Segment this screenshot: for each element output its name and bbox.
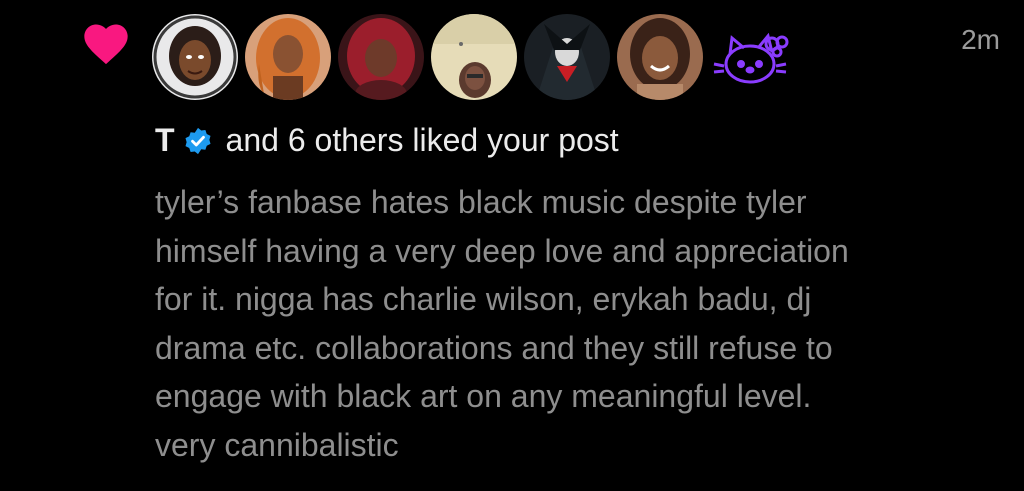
liked-summary: T and 6 others liked your post bbox=[155, 122, 619, 159]
avatar[interactable] bbox=[245, 14, 331, 100]
post-text-line: for it. nigga has charlie wilson, erykah… bbox=[155, 281, 812, 317]
liked-text: and 6 others liked your post bbox=[225, 122, 619, 158]
post-text-line: drama etc. collaborations and they still… bbox=[155, 329, 833, 366]
post-text-line: very cannibalistic bbox=[155, 426, 399, 463]
avatar[interactable] bbox=[524, 14, 610, 100]
post-text-line: engage with black art on any meaningful … bbox=[155, 378, 812, 414]
like-notification[interactable]: 2m T and 6 others liked your post tyler’… bbox=[0, 0, 1024, 491]
avatar[interactable] bbox=[338, 14, 424, 100]
avatar[interactable] bbox=[710, 14, 796, 100]
post-text[interactable]: tyler’s fanbase hates black music despit… bbox=[155, 178, 995, 469]
liker-name[interactable]: T bbox=[155, 122, 175, 159]
liker-avatars bbox=[152, 14, 796, 100]
avatar[interactable] bbox=[431, 14, 517, 100]
avatar[interactable] bbox=[152, 14, 238, 100]
verified-icon bbox=[185, 127, 211, 154]
timestamp: 2m bbox=[961, 24, 1000, 55]
avatar[interactable] bbox=[617, 14, 703, 100]
heart-icon bbox=[84, 24, 128, 65]
post-text-line: tyler’s fanbase hates black music despit… bbox=[155, 184, 807, 220]
post-text-line: himself having a very deep love and appr… bbox=[155, 232, 849, 269]
